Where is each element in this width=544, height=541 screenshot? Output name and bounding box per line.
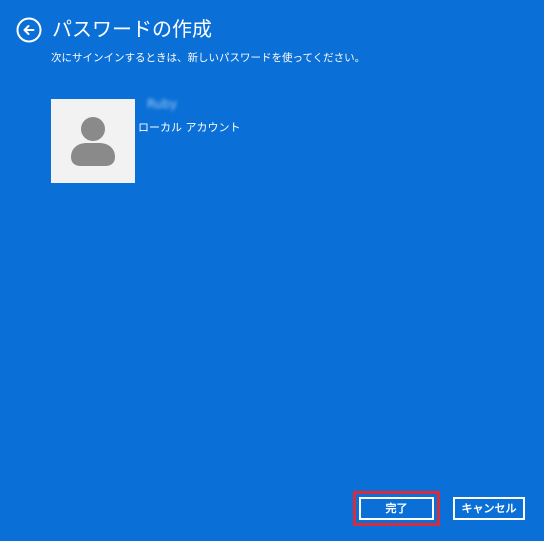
back-button[interactable] [16, 17, 42, 43]
cancel-button[interactable]: キャンセル [453, 497, 525, 520]
back-arrow-icon [16, 17, 42, 43]
user-silhouette-icon [71, 117, 115, 166]
page-title: パスワードの作成 [52, 17, 212, 41]
create-password-page: パスワードの作成 次にサインインするときは、新しいパスワードを使ってください。 … [0, 0, 544, 541]
page-subtitle: 次にサインインするときは、新しいパスワードを使ってください。 [51, 52, 366, 64]
user-name: Ruby [147, 97, 178, 111]
account-type: ローカル アカウント [138, 121, 241, 134]
finish-button[interactable]: 完了 [359, 497, 434, 520]
avatar [51, 99, 135, 183]
